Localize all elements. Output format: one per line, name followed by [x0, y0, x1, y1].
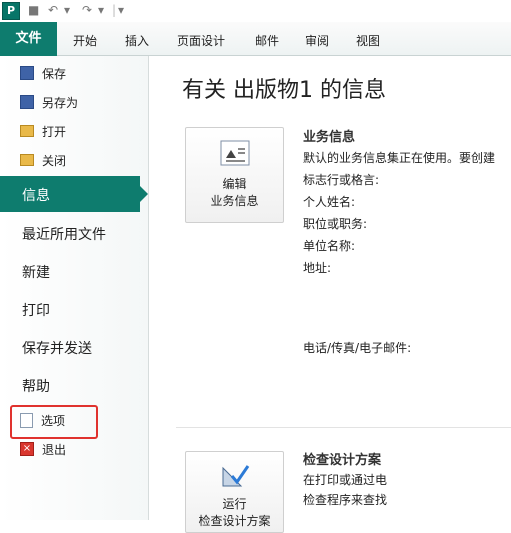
design-checker-line2: 检查程序来查找	[303, 493, 388, 507]
sidebar-item-label: 保存	[42, 66, 67, 81]
sidebar-item-save-send[interactable]: 保存并发送	[22, 338, 92, 358]
sidebar-item-close[interactable]: 关闭	[20, 150, 66, 170]
customize-toolbar-icon[interactable]: ▾	[118, 3, 124, 17]
tab-review[interactable]: 审阅	[305, 32, 329, 49]
field-address: 地址:	[303, 261, 332, 275]
design-checker-icon	[222, 465, 249, 487]
sidebar-item-help[interactable]: 帮助	[22, 376, 50, 396]
save-icon[interactable]: ■	[28, 3, 39, 17]
field-name: 个人姓名:	[303, 195, 356, 209]
tab-file[interactable]: 文件	[0, 22, 57, 56]
save-icon	[20, 66, 34, 80]
close-folder-icon	[20, 154, 34, 166]
tab-view[interactable]: 视图	[356, 32, 380, 49]
business-info-icon	[220, 140, 249, 166]
dropdown-icon[interactable]: ▾	[64, 3, 70, 17]
sidebar-item-save[interactable]: 保存	[20, 63, 66, 83]
open-folder-icon	[20, 125, 34, 137]
button-label-line1: 编辑	[222, 177, 247, 191]
tab-home[interactable]: 开始	[73, 32, 97, 49]
field-tagline: 标志行或格言:	[303, 173, 380, 187]
field-organization: 单位名称:	[303, 239, 356, 253]
sidebar-item-save-as[interactable]: 另存为	[20, 92, 78, 112]
sidebar-item-label: 信息	[22, 188, 50, 204]
business-info-title: 业务信息	[303, 130, 356, 145]
sidebar-item-label: 另存为	[42, 95, 79, 110]
undo-icon[interactable]: ↶	[48, 3, 58, 17]
button-label-line1: 运行	[222, 497, 247, 511]
sidebar-item-exit[interactable]: × 退出	[20, 439, 66, 459]
sidebar-item-print[interactable]: 打印	[22, 300, 50, 320]
save-as-icon	[20, 95, 34, 109]
tab-insert[interactable]: 插入	[125, 32, 149, 49]
exit-icon: ×	[20, 442, 34, 456]
button-label-line2: 检查设计方案	[198, 514, 271, 528]
sidebar-item-label: 关闭	[42, 153, 67, 168]
business-info-description: 默认的业务信息集正在使用。要创建	[303, 151, 496, 165]
sidebar-item-open[interactable]: 打开	[20, 121, 66, 141]
run-design-checker-button[interactable]: 运行 检查设计方案	[185, 451, 284, 533]
sidebar-item-label: 打开	[42, 124, 67, 139]
redo-icon[interactable]: ↷	[82, 3, 92, 17]
publisher-app-icon[interactable]: P	[2, 2, 20, 20]
quick-access-toolbar: P ■ ↶ ▾ ↷ ▾ | ▾	[0, 0, 511, 22]
field-title: 职位或职务:	[303, 217, 368, 231]
ribbon-tab-bar: 开始 插入 页面设计 邮件 审阅 视图	[0, 22, 511, 56]
tab-page-design[interactable]: 页面设计	[177, 32, 225, 49]
button-label-line2: 业务信息	[210, 194, 259, 208]
sidebar-item-new[interactable]: 新建	[22, 262, 50, 282]
design-checker-line1: 在打印或通过电	[303, 473, 388, 487]
section-divider	[176, 427, 511, 428]
sidebar-item-label: 退出	[42, 442, 67, 457]
highlight-box	[10, 405, 98, 439]
design-checker-title: 检查设计方案	[303, 453, 382, 468]
separator: |	[112, 3, 117, 17]
field-contact: 电话/传真/电子邮件:	[303, 341, 412, 355]
sidebar-item-info[interactable]: 信息	[0, 176, 148, 212]
page-title: 有关 出版物1 的信息	[182, 78, 386, 103]
dropdown-icon[interactable]: ▾	[98, 3, 104, 17]
sidebar-item-recent[interactable]: 最近所用文件	[22, 224, 106, 244]
tab-mailings[interactable]: 邮件	[255, 32, 279, 49]
edit-business-info-button[interactable]: 编辑 业务信息	[185, 127, 284, 223]
